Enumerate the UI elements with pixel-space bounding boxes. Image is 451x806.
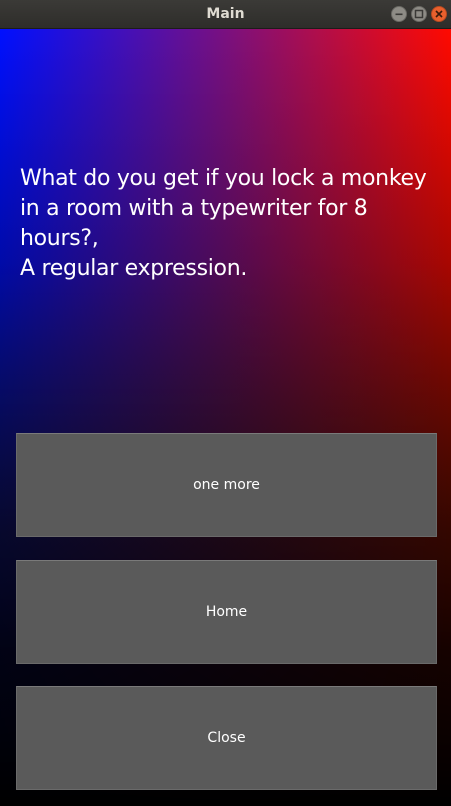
window-title: Main — [206, 6, 245, 22]
close-icon — [435, 10, 443, 18]
one-more-button[interactable]: one more — [16, 433, 437, 537]
app-window: Main What do you get if you lock a monke… — [0, 0, 451, 806]
close-window-button[interactable] — [431, 6, 447, 22]
title-bar[interactable]: Main — [0, 0, 451, 29]
minimize-button[interactable] — [391, 6, 407, 22]
home-button[interactable]: Home — [16, 560, 437, 664]
joke-text: What do you get if you lock a monkey in … — [20, 166, 427, 281]
maximize-button[interactable] — [411, 6, 427, 22]
minimize-icon — [395, 13, 403, 16]
close-button[interactable]: Close — [16, 686, 437, 790]
main-content: What do you get if you lock a monkey in … — [0, 29, 451, 806]
maximize-icon — [414, 9, 424, 19]
